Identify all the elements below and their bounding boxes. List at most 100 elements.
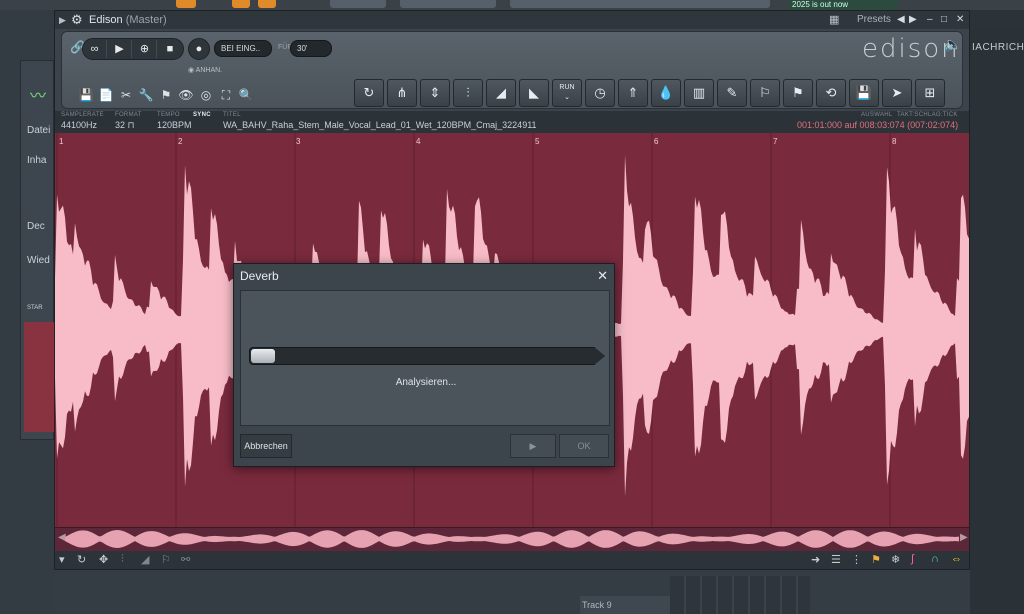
prev-preset-icon[interactable]: ◀ — [897, 11, 905, 29]
spectrum-icon[interactable]: ▥ — [684, 79, 714, 107]
save-icon[interactable]: 💾 — [849, 79, 879, 107]
reload-icon[interactable]: ↻ — [77, 553, 86, 566]
collapse-arrow-icon[interactable]: ▶ — [59, 11, 66, 29]
run-icon[interactable]: RUN ⌄ — [552, 79, 582, 107]
fade-icon[interactable]: ◢ — [141, 553, 149, 566]
loop-button[interactable]: ∞ — [83, 40, 107, 58]
target-button[interactable]: ⊕ — [133, 40, 157, 58]
cut-icon[interactable]: ✂ — [116, 88, 136, 102]
panel-label: Inha — [27, 155, 47, 166]
right-panel: IACHRICHT — [970, 30, 1024, 614]
track-label[interactable]: Track 9 — [580, 596, 670, 614]
overview-path — [65, 530, 959, 548]
sync-label[interactable]: SYNC — [193, 112, 211, 118]
bar-number: 4 — [416, 137, 421, 146]
eq-icon[interactable]: ⫶ — [121, 553, 124, 566]
toolbar-button-group[interactable] — [510, 0, 770, 8]
loop-icon[interactable]: ⟲ — [816, 79, 846, 107]
samplerate-value: 44100Hz — [61, 120, 98, 130]
marker-icon[interactable]: ⚐ — [161, 553, 171, 566]
minimize-icon[interactable]: – — [927, 11, 933, 29]
ok-button[interactable]: OK — [559, 434, 609, 458]
rocket-icon[interactable]: ⇑ — [618, 79, 648, 107]
list-icon[interactable]: ☰ — [831, 553, 841, 566]
small-tools: 💾 📄 ✂ 🔧 ⚑ 👁 ◎ ⛶ 🔍 — [76, 86, 256, 102]
dialog-title[interactable]: Deverb — [234, 264, 614, 288]
eye-icon[interactable]: 👁 — [176, 88, 196, 102]
stop-button[interactable]: ■ — [158, 40, 182, 58]
copy-icon[interactable]: 📄 — [96, 88, 116, 102]
drop-icon[interactable]: 💧 — [651, 79, 681, 107]
bar-number: 8 — [892, 137, 897, 146]
tune-icon[interactable]: ⋔ — [387, 79, 417, 107]
toolbar-button[interactable] — [330, 0, 386, 8]
cancel-button[interactable]: Abbrechen — [240, 434, 292, 458]
tempo-value: 120BPM — [157, 120, 192, 130]
window-titlebar[interactable]: ▶ ⚙ Edison (Master) ▦ Presets ◀ ▶ – □ ✕ — [55, 11, 969, 29]
link-icon[interactable]: ⚯ — [181, 553, 190, 566]
format-value: 32 ⊓ — [115, 120, 135, 131]
append-option[interactable]: ◉ ANHAN. — [188, 66, 222, 74]
stretch-icon[interactable]: ⇔ — [951, 553, 962, 565]
overview-strip[interactable]: ◀ ▶ — [55, 527, 969, 551]
scroll-right-icon[interactable]: ▶ — [960, 532, 968, 543]
marker-move-icon[interactable]: ⚑ — [783, 79, 813, 107]
selection-value: 001:01:000 auf 008:03:074 (007:02:074) — [797, 120, 959, 130]
send-icon[interactable]: ➜ — [811, 553, 820, 566]
save-icon[interactable]: 💾 — [76, 88, 96, 102]
transport-group: ∞ ▶ ⊕ ■ — [82, 38, 184, 60]
cursor-icon[interactable]: ➤ — [882, 79, 912, 107]
split-icon[interactable]: ⇕ — [420, 79, 450, 107]
flag-icon[interactable]: ⚑ — [156, 88, 176, 102]
next-preset-icon[interactable]: ▶ — [909, 11, 917, 29]
progress-bar — [249, 347, 605, 365]
grid-icon[interactable]: ▦ — [829, 11, 839, 29]
tune-icon[interactable]: ✥ — [99, 553, 108, 566]
bar-number: 7 — [773, 137, 778, 146]
status-text: Analysieren... — [395, 377, 457, 388]
play-button[interactable]: ▶ — [510, 434, 556, 458]
gear-icon[interactable]: ⚙ — [71, 11, 83, 29]
feather-icon[interactable]: ✎ — [717, 79, 747, 107]
close-icon[interactable]: ✕ — [597, 264, 608, 288]
close-icon[interactable]: ✕ — [956, 11, 964, 29]
fade-out-icon[interactable]: ◣ — [519, 79, 549, 107]
news-ticker[interactable]: 2025 is out now — [788, 0, 898, 10]
record-button[interactable]: ● — [188, 38, 210, 60]
duration-select[interactable]: 30' — [290, 40, 332, 57]
panel-label: Wied — [27, 255, 50, 266]
title-label: TITEL — [223, 112, 241, 118]
timeline-label: TAKT:SCHLAG:TICK — [897, 112, 958, 118]
toolbar-button[interactable] — [176, 0, 196, 8]
panel-label: STAR — [27, 305, 43, 311]
grid-icon[interactable]: ⋮ — [851, 553, 862, 566]
magnet-icon[interactable]: ∩ — [931, 553, 939, 565]
selection-label: AUSWAHL — [861, 112, 893, 118]
magnifier-icon[interactable]: 🔍 — [236, 88, 256, 102]
marker-add-icon[interactable]: ⚐ — [750, 79, 780, 107]
zoom-fit-icon[interactable]: ◎ — [196, 88, 216, 102]
play-button[interactable]: ▶ — [108, 40, 132, 58]
maximize-icon[interactable]: □ — [941, 11, 947, 29]
speaker-icon[interactable]: 🔈 — [944, 36, 961, 53]
flag-icon[interactable]: ⚑ — [871, 553, 881, 566]
export-icon[interactable]: ⊞ — [915, 79, 945, 107]
fade-in-icon[interactable]: ◢ — [486, 79, 516, 107]
zoom-full-icon[interactable]: ⛶ — [216, 88, 236, 103]
menu-arrow-icon[interactable]: ▾ — [59, 553, 65, 566]
toolbar-button[interactable] — [258, 0, 276, 8]
record-mode-select[interactable]: BEI EING.. — [214, 40, 272, 57]
wrench-icon[interactable]: 🔧 — [136, 88, 156, 102]
daw-top-toolbar: 2025 is out now — [0, 0, 1024, 10]
eq-icon[interactable]: ⫶ — [453, 79, 483, 107]
window-title: Edison (Master) — [89, 11, 167, 29]
bar-number: 1 — [59, 137, 64, 146]
snow-icon[interactable]: ❄ — [891, 553, 900, 566]
info-bar: SAMPLERATE 44100Hz FORMAT 32 ⊓ TEMPO 120… — [55, 111, 969, 133]
toolbar-button[interactable] — [400, 0, 496, 8]
curve-icon[interactable]: ∫ — [911, 553, 914, 565]
presets-label[interactable]: Presets — [857, 11, 891, 29]
clock-icon[interactable]: ◷ — [585, 79, 615, 107]
toolbar-button[interactable] — [232, 0, 250, 8]
reload-icon[interactable]: ↻ — [354, 79, 384, 107]
